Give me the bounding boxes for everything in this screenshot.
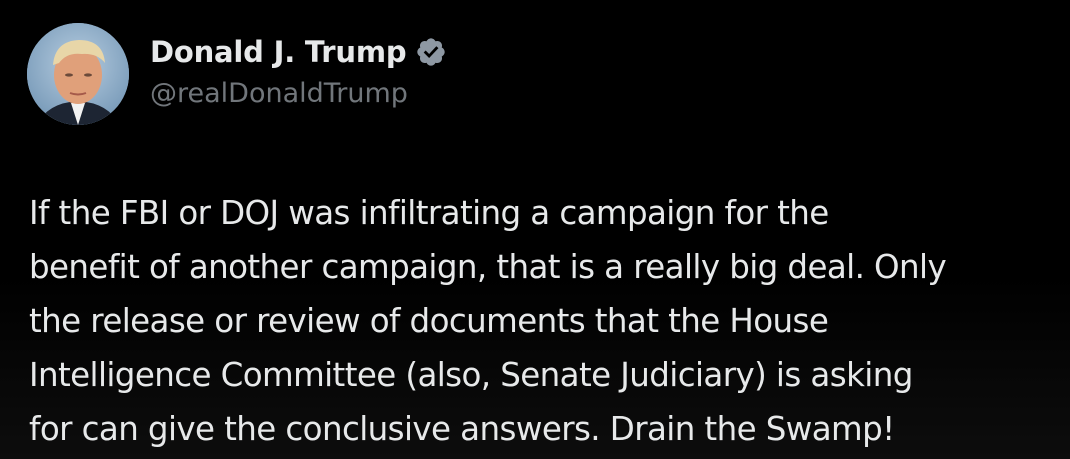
tweet-text-line: Intelligence Committee (also, Senate Jud… (29, 356, 913, 394)
tweet-text-line: If the FBI or DOJ was infiltrating a cam… (29, 194, 829, 232)
display-name-row: Donald J. Trump (150, 30, 447, 74)
tweet-card: Donald J. Trump @realDonaldTrump If the … (0, 0, 1070, 459)
display-name[interactable]: Donald J. Trump (150, 35, 407, 69)
tweet-text: If the FBI or DOJ was infiltrating a cam… (29, 186, 1059, 456)
tweet-text-line: benefit of another campaign, that is a r… (29, 248, 947, 286)
avatar[interactable] (27, 23, 129, 125)
verified-badge-icon[interactable] (415, 36, 447, 68)
tweet-text-line: the release or review of documents that … (29, 302, 829, 340)
avatar-portrait-icon (27, 23, 129, 125)
tweet-text-line: for can give the conclusive answers. Dra… (29, 410, 895, 448)
handle[interactable]: @realDonaldTrump (150, 78, 447, 109)
tweet-header: Donald J. Trump @realDonaldTrump (150, 30, 447, 109)
